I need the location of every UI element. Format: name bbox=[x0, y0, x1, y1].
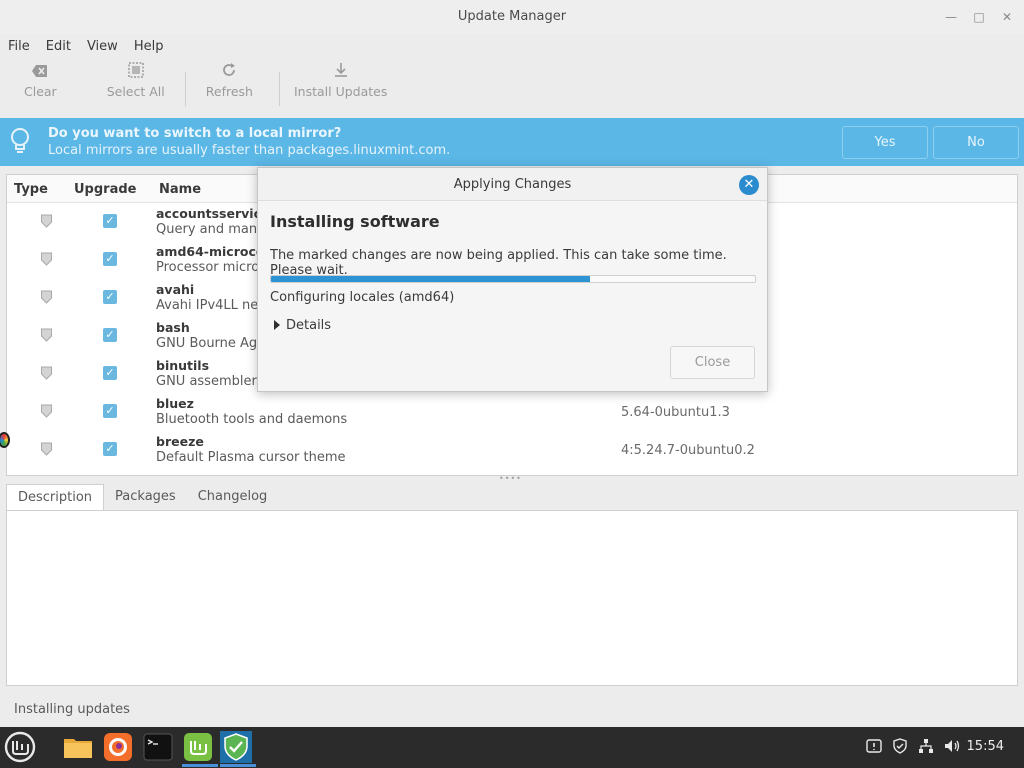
clear-label: Clear bbox=[24, 84, 57, 99]
window-title: Update Manager bbox=[457, 9, 567, 24]
package-name: accountsservice bbox=[156, 206, 270, 221]
terminal-icon[interactable] bbox=[142, 731, 174, 763]
package-description: GNU assembler, l bbox=[156, 374, 269, 389]
toolbar-separator bbox=[278, 72, 280, 106]
details-notebook: Description Packages Changelog bbox=[6, 484, 1018, 686]
clear-button[interactable]: Clear bbox=[24, 62, 57, 99]
refresh-button[interactable]: Refresh bbox=[206, 62, 253, 99]
menubar: File Edit View Help bbox=[0, 36, 171, 58]
package-description: Processor microc bbox=[156, 260, 267, 275]
package-description: GNU Bourne Aga bbox=[156, 336, 266, 351]
clock[interactable]: 15:54 bbox=[967, 739, 1004, 754]
dialog-message: The marked changes are now being applied… bbox=[270, 248, 727, 278]
menu-view[interactable]: View bbox=[79, 36, 126, 58]
column-type[interactable]: Type bbox=[14, 182, 48, 197]
details-label: Details bbox=[286, 318, 332, 333]
window-titlebar: Update Manager — □ ✕ bbox=[0, 0, 1024, 34]
tab-strip: Description Packages Changelog bbox=[6, 484, 279, 511]
progress-bar bbox=[270, 275, 756, 283]
dialog-close-icon[interactable]: ✕ bbox=[739, 175, 759, 195]
files-icon[interactable] bbox=[62, 731, 94, 763]
applying-changes-dialog: Applying Changes ✕ Installing software T… bbox=[257, 167, 768, 392]
refresh-icon bbox=[221, 62, 237, 84]
details-expander[interactable]: Details bbox=[274, 318, 331, 333]
column-name[interactable]: Name bbox=[159, 182, 201, 197]
package-version: 5.64-0ubuntu1.3 bbox=[621, 405, 730, 420]
package-name: avahi bbox=[156, 282, 195, 297]
upgrade-checkbox[interactable]: ✓ bbox=[103, 214, 117, 228]
dialog-close-button[interactable]: Close bbox=[670, 346, 755, 379]
dialog-title: Applying Changes bbox=[258, 168, 767, 201]
upgrade-checkbox[interactable]: ✓ bbox=[103, 442, 117, 456]
volume-icon[interactable] bbox=[944, 738, 962, 758]
shield-icon bbox=[41, 404, 52, 418]
package-name: bluez bbox=[156, 396, 194, 411]
menu-icon[interactable] bbox=[4, 731, 36, 763]
column-upgrade[interactable]: Upgrade bbox=[74, 182, 136, 197]
taskbar: 15:54 bbox=[0, 727, 1024, 768]
description-panel bbox=[6, 510, 1018, 686]
menu-file[interactable]: File bbox=[0, 36, 38, 58]
close-window-icon[interactable]: ✕ bbox=[1000, 10, 1014, 24]
yes-button[interactable]: Yes bbox=[842, 126, 928, 159]
shield-icon bbox=[41, 214, 52, 228]
menu-edit[interactable]: Edit bbox=[38, 36, 79, 58]
select-all-icon bbox=[127, 62, 144, 84]
select-all-label: Select All bbox=[106, 84, 165, 99]
network-icon[interactable] bbox=[918, 738, 936, 758]
notification-icon[interactable] bbox=[866, 738, 884, 758]
status-text: Installing updates bbox=[14, 702, 130, 717]
toolbar-separator bbox=[184, 72, 186, 106]
tab-description[interactable]: Description bbox=[6, 484, 105, 511]
expander-arrow-icon bbox=[274, 320, 280, 330]
refresh-label: Refresh bbox=[205, 84, 253, 99]
firefox-icon[interactable] bbox=[102, 731, 134, 763]
table-row[interactable]: ✓ bluez Bluetooth tools and daemons 5.64… bbox=[7, 394, 1017, 432]
package-description: Avahi IPv4LL net bbox=[156, 298, 264, 313]
update-shield-icon[interactable] bbox=[220, 731, 256, 767]
download-icon bbox=[333, 62, 349, 84]
tab-packages[interactable]: Packages bbox=[104, 484, 187, 510]
package-description: Query and manip bbox=[156, 222, 269, 237]
package-name: bash bbox=[156, 320, 190, 335]
infobar-subtext: Local mirrors are usually faster than pa… bbox=[48, 143, 451, 158]
package-name: binutils bbox=[156, 358, 210, 373]
menu-help[interactable]: Help bbox=[126, 36, 172, 58]
minimize-icon[interactable]: — bbox=[944, 10, 958, 24]
upgrade-checkbox[interactable]: ✓ bbox=[103, 366, 117, 380]
package-description: Bluetooth tools and daemons bbox=[156, 412, 348, 427]
upgrade-checkbox[interactable]: ✓ bbox=[103, 252, 117, 266]
upgrade-checkbox[interactable]: ✓ bbox=[103, 328, 117, 342]
install-updates-label: Install Updates bbox=[293, 84, 388, 99]
upgrade-checkbox[interactable]: ✓ bbox=[103, 290, 117, 304]
package-name: breeze bbox=[156, 434, 204, 449]
infobar-question: Do you want to switch to a local mirror? bbox=[48, 126, 342, 141]
lightbulb-icon bbox=[8, 126, 32, 156]
dialog-status: Configuring locales (amd64) bbox=[270, 290, 455, 305]
dialog-heading: Installing software bbox=[270, 212, 440, 231]
upgrade-checkbox[interactable]: ✓ bbox=[103, 404, 117, 418]
package-description: Default Plasma cursor theme bbox=[156, 450, 346, 465]
select-all-button[interactable]: Select All bbox=[107, 62, 165, 99]
progress-fill bbox=[271, 276, 591, 282]
shield-icon bbox=[41, 252, 52, 266]
toolbar: Clear Select All Refresh Install Updates bbox=[0, 62, 1024, 114]
shield-icon bbox=[41, 328, 52, 342]
no-button[interactable]: No bbox=[933, 126, 1019, 159]
install-updates-button[interactable]: Install Updates bbox=[294, 62, 387, 99]
package-version: 4:5.24.7-0ubuntu0.2 bbox=[621, 443, 755, 458]
shield-tray-icon[interactable] bbox=[892, 737, 910, 758]
mirror-infobar: Do you want to switch to a local mirror?… bbox=[0, 118, 1024, 166]
pane-resize-grip[interactable]: •••• bbox=[499, 475, 525, 483]
tab-changelog[interactable]: Changelog bbox=[187, 484, 279, 510]
shield-icon bbox=[41, 290, 52, 304]
mintupdate-icon[interactable] bbox=[182, 731, 218, 767]
shield-icon bbox=[41, 442, 52, 456]
system-tray bbox=[866, 727, 962, 768]
table-row[interactable]: ✓ breeze Default Plasma cursor theme 4:5… bbox=[7, 432, 1017, 470]
clear-icon bbox=[31, 62, 49, 84]
maximize-icon[interactable]: □ bbox=[972, 10, 986, 24]
shield-icon bbox=[41, 366, 52, 380]
